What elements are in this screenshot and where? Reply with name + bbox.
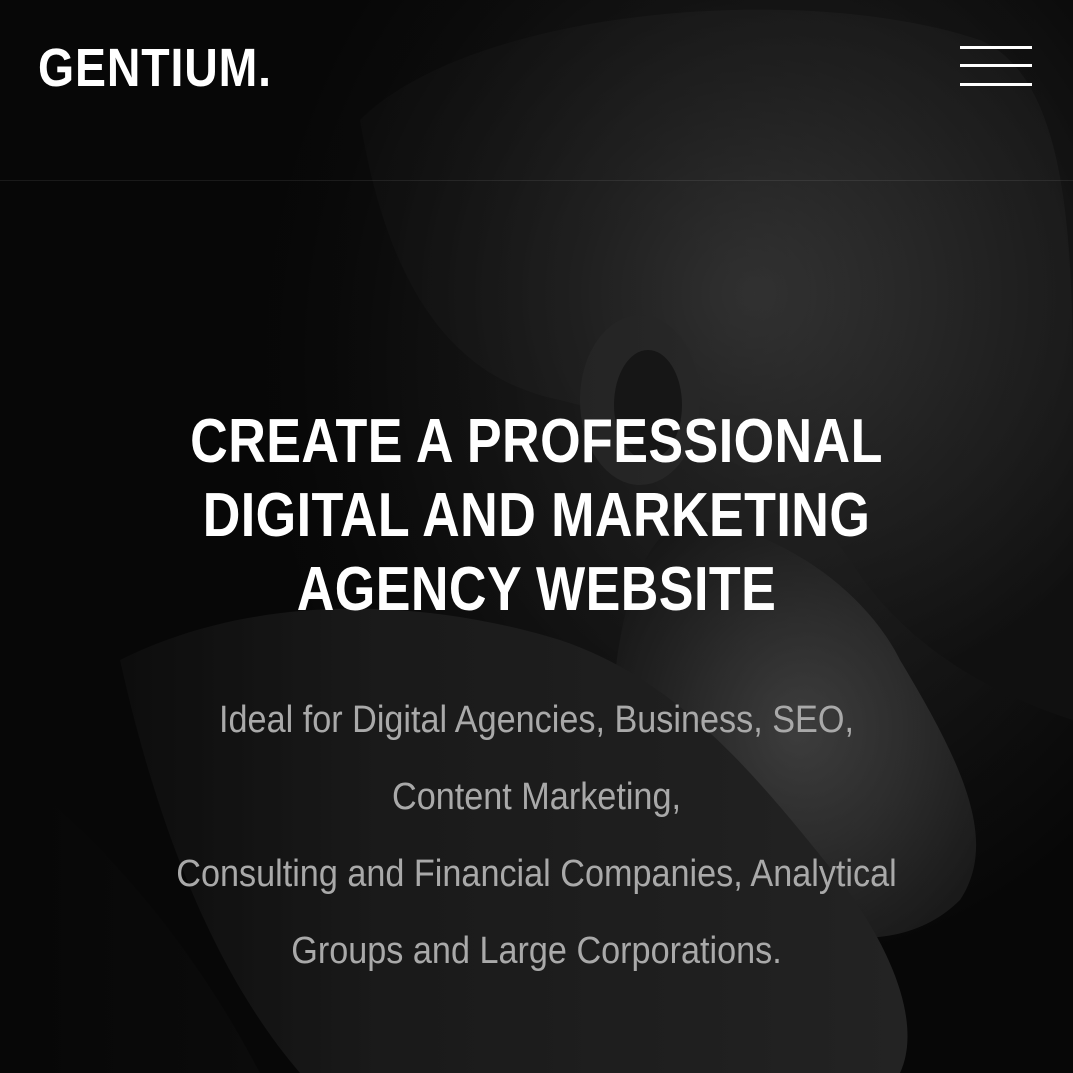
hero-subtitle-line: Groups and Large Corporations. <box>291 930 782 972</box>
hero-subtitle-line: Consulting and Financial Companies, Anal… <box>176 853 897 895</box>
hero-title: CREATE A PROFESSIONAL DIGITAL AND MARKET… <box>0 405 1073 627</box>
hero-title-line: CREATE A PROFESSIONAL <box>190 407 883 476</box>
hero-subtitle-line: Content Marketing, <box>392 776 681 818</box>
menu-button[interactable] <box>958 40 1036 92</box>
hero-title-line: DIGITAL AND MARKETING <box>202 481 871 550</box>
site-logo[interactable]: GENTIUM. <box>38 36 272 100</box>
hero-title-line: AGENCY WEBSITE <box>296 555 777 624</box>
hero-subtitle-line: Ideal for Digital Agencies, Business, SE… <box>219 699 854 741</box>
landing-page: GENTIUM. CREATE A PROFESSIONAL DIGITAL A… <box>0 0 1073 1073</box>
hero-section: CREATE A PROFESSIONAL DIGITAL AND MARKET… <box>0 405 1073 990</box>
hero-subtitle: Ideal for Digital Agencies, Business, SE… <box>0 682 1073 990</box>
site-header: GENTIUM. <box>0 0 1073 181</box>
